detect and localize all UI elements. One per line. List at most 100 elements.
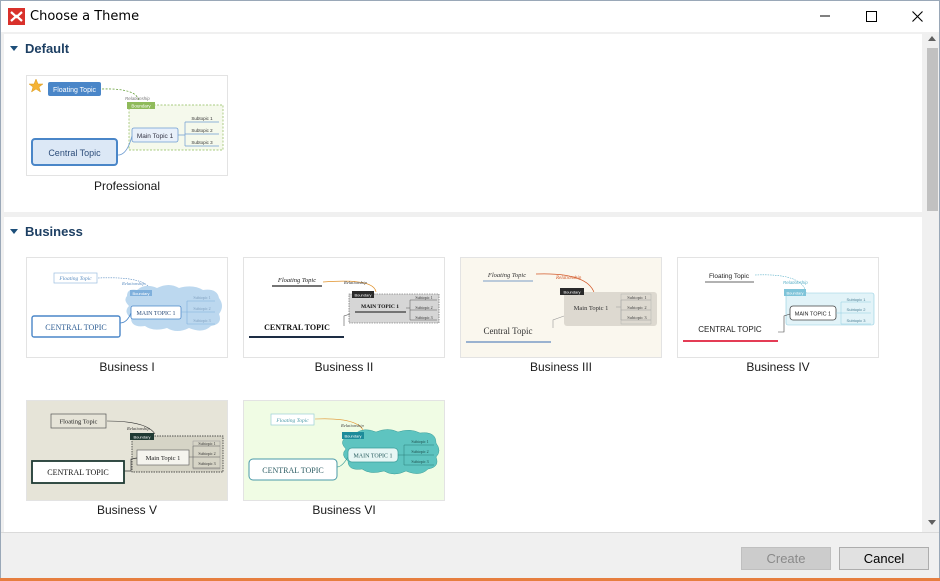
subtopic-text: Subtopic 2: [847, 307, 867, 312]
central-topic-text: CENTRAL TOPIC: [698, 325, 762, 334]
create-button[interactable]: Create: [741, 547, 831, 570]
boundary-text: Boundary: [786, 291, 803, 296]
theme-label: Business IV: [746, 360, 810, 374]
main-topic-text: Main Topic 1: [574, 305, 609, 312]
relationship-text: Relationship: [555, 276, 582, 281]
scroll-down-arrow-icon[interactable]: [928, 520, 936, 525]
theme-label: Business II: [314, 360, 374, 374]
main-topic-text: Main Topic 1: [137, 133, 174, 140]
relationship-text: Relationship: [121, 281, 145, 286]
theme-card-business-4[interactable]: Floating Topic Relationship Boundary MAI…: [677, 257, 879, 358]
boundary-text: Boundary: [133, 435, 150, 440]
relationship-text: Relationship: [343, 280, 367, 285]
floating-topic-text: Floating Topic: [487, 272, 526, 279]
section-default-header[interactable]: Default: [10, 40, 69, 56]
theme-preview-business-6: Floating Topic Relationship Boundary MAI…: [244, 401, 444, 500]
subtopic-text: Subtopic 2: [198, 451, 215, 456]
theme-preview-business-5: Floating Topic Relationship Boundary Mai…: [27, 401, 227, 500]
theme-label: Business VI: [312, 503, 376, 517]
minimize-button[interactable]: [802, 0, 848, 32]
central-topic-text: CENTRAL TOPIC: [262, 466, 323, 475]
theme-preview-business-4: Floating Topic Relationship Boundary MAI…: [683, 273, 875, 342]
central-topic-text: Central Topic: [484, 326, 533, 336]
main-topic-text: MAIN TOPIC 1: [361, 304, 399, 310]
central-topic-text: CENTRAL TOPIC: [47, 468, 108, 477]
section-default: Default Floating Topic Relationship Boun…: [4, 34, 922, 212]
title-bar: Choose a Theme: [0, 0, 940, 32]
subtopic-text: Subtopic 3: [627, 315, 647, 320]
theme-label: Professional: [93, 179, 161, 193]
relationship-text: Relationship: [340, 423, 364, 428]
theme-preview-business-3: Floating Topic Relationship Boundary Mai…: [461, 258, 661, 357]
floating-topic-text: Floating Topic: [709, 273, 750, 280]
floating-topic-text: Floating Topic: [277, 277, 316, 284]
theme-list[interactable]: Default Floating Topic Relationship Boun…: [1, 32, 925, 532]
subtopic-text: Subtopic 1: [627, 295, 646, 300]
central-topic-text: Central Topic: [48, 148, 101, 158]
theme-label: Business I: [99, 360, 155, 374]
relationship-text: Relationship: [783, 280, 808, 285]
boundary-text: Boundary: [132, 291, 149, 296]
theme-card-professional[interactable]: Floating Topic Relationship Boundary Mai…: [26, 75, 228, 176]
subtopic-text: Subtopic 3: [415, 315, 432, 320]
section-title: Default: [25, 40, 70, 56]
section-business: Business Floating Topic Relationship Bou…: [4, 217, 922, 532]
minimize-icon: [820, 15, 830, 17]
theme-card-business-2[interactable]: Floating Topic Relationship Boundary MAI…: [243, 257, 445, 358]
relationship-text: Relationship: [126, 426, 150, 431]
section-business-header[interactable]: Business: [10, 223, 83, 239]
star-icon: [28, 78, 44, 93]
vertical-scrollbar[interactable]: [925, 32, 940, 532]
window-title: Choose a Theme: [30, 9, 140, 24]
main-topic-text: MAIN TOPIC 1: [353, 454, 392, 460]
main-topic-text: Main Topic 1: [146, 455, 181, 462]
boundary-text: Boundary: [563, 290, 580, 295]
floating-topic-text: Floating Topic: [53, 87, 97, 94]
subtopic-text: Subtopic 1: [411, 439, 428, 444]
subtopic-text: Subtopic 3: [191, 140, 213, 145]
theme-label: Business III: [529, 360, 593, 374]
main-topic-text: MAIN TOPIC 1: [136, 311, 175, 317]
subtopic-text: Subtopic 3: [411, 459, 428, 464]
close-icon: [911, 10, 923, 22]
subtopic-text: Subtopic 1: [191, 116, 213, 121]
subtopic-text: Subtopic 2: [627, 305, 646, 310]
close-button[interactable]: [894, 0, 940, 32]
boundary-text: Boundary: [354, 293, 371, 298]
floating-topic-text: Floating Topic: [60, 419, 98, 426]
subtopic-text: Subtopic 1: [847, 297, 867, 302]
cancel-button[interactable]: Cancel: [839, 547, 929, 570]
subtopic-text: Subtopic 2: [191, 128, 213, 133]
theme-card-business-1[interactable]: Floating Topic Relationship Boundary MAI…: [26, 257, 228, 358]
theme-preview-business-1: Floating Topic Relationship Boundary MAI…: [31, 272, 222, 338]
subtopic-text: Subtopic 2: [415, 305, 432, 310]
theme-label: Business V: [96, 503, 158, 517]
scrollbar-thumb[interactable]: [927, 48, 938, 211]
central-topic-text: CENTRAL TOPIC: [45, 323, 106, 332]
subtopic-text: Subtopic 1: [198, 441, 215, 446]
subtopic-text: Subtopic 1: [415, 295, 432, 300]
relationship-text: Relationship: [125, 96, 150, 101]
scroll-up-arrow-icon[interactable]: [928, 36, 936, 41]
xmind-logo-icon: [8, 8, 25, 25]
subtopic-text: Subtopic 2: [411, 449, 428, 454]
theme-card-business-3[interactable]: Floating Topic Relationship Boundary Mai…: [460, 257, 662, 358]
theme-card-business-6[interactable]: Floating Topic Relationship Boundary MAI…: [243, 400, 445, 501]
caret-down-icon: [10, 228, 18, 234]
subtopic-text: Subtopic 1: [193, 295, 210, 300]
subtopic-text: Subtopic 3: [847, 318, 867, 323]
floating-topic-text: Floating Topic: [58, 276, 92, 282]
floating-topic-text: Floating Topic: [275, 418, 309, 424]
boundary-text: Boundary: [131, 104, 151, 109]
theme-card-business-5[interactable]: Floating Topic Relationship Boundary Mai…: [26, 400, 228, 501]
section-title: Business: [25, 223, 83, 239]
maximize-button[interactable]: [848, 0, 894, 32]
subtopic-text: Subtopic 2: [193, 306, 210, 311]
caret-down-icon: [10, 45, 18, 51]
dialog-footer: Create Cancel: [0, 532, 940, 581]
central-topic-text: CENTRAL TOPIC: [264, 323, 330, 332]
subtopic-text: Subtopic 3: [198, 461, 215, 466]
theme-preview-business-2: Floating Topic Relationship Boundary MAI…: [249, 277, 440, 338]
boundary-text: Boundary: [344, 434, 361, 439]
subtopic-text: Subtopic 3: [193, 318, 210, 323]
